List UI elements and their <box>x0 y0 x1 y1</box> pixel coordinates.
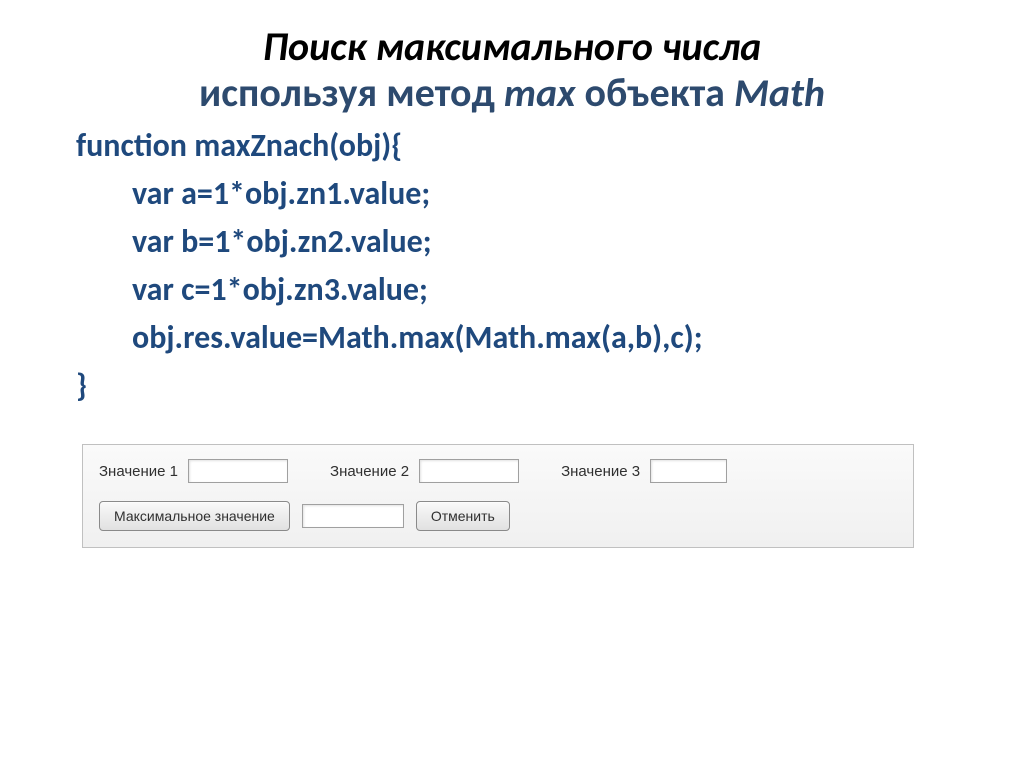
code-block: function maxZnach(obj){ var a=1*obj.zn1.… <box>76 122 948 410</box>
form-wrapper: Значение 1 Значение 2 Значение 3 Максима… <box>82 444 914 548</box>
label-value-3: Значение 3 <box>561 463 640 480</box>
subtitle-italic-max: max <box>504 68 576 117</box>
subtitle-text-1: используя метод <box>199 68 504 117</box>
subtitle-italic-math: Math <box>734 68 825 117</box>
label-value-2: Значение 2 <box>330 463 409 480</box>
input-value-2[interactable] <box>419 459 519 483</box>
inputs-row: Значение 1 Значение 2 Значение 3 <box>99 459 897 483</box>
slide-title: Поиск максимального числа <box>76 24 948 70</box>
code-line-5: obj.res.value=Math.max(Math.max(a,b),c); <box>76 314 948 362</box>
buttons-row: Максимальное значение Отменить <box>99 501 897 531</box>
slide-subtitle: используя метод max объекта Math <box>76 70 948 116</box>
code-line-1: function maxZnach(obj){ <box>76 122 948 170</box>
cancel-button[interactable]: Отменить <box>416 501 510 531</box>
max-value-button[interactable]: Максимальное значение <box>99 501 290 531</box>
code-line-2: var a=1*obj.zn1.value; <box>76 170 948 218</box>
input-value-3[interactable] <box>650 459 727 483</box>
result-input[interactable] <box>302 504 404 528</box>
input-value-1[interactable] <box>188 459 288 483</box>
label-value-1: Значение 1 <box>99 463 178 480</box>
subtitle-text-2: объекта <box>576 68 734 117</box>
code-line-6: } <box>76 362 948 410</box>
code-line-3: var b=1*obj.zn2.value; <box>76 218 948 266</box>
code-line-4: var c=1*obj.zn3.value; <box>76 266 948 314</box>
form-panel: Значение 1 Значение 2 Значение 3 Максима… <box>82 444 914 548</box>
